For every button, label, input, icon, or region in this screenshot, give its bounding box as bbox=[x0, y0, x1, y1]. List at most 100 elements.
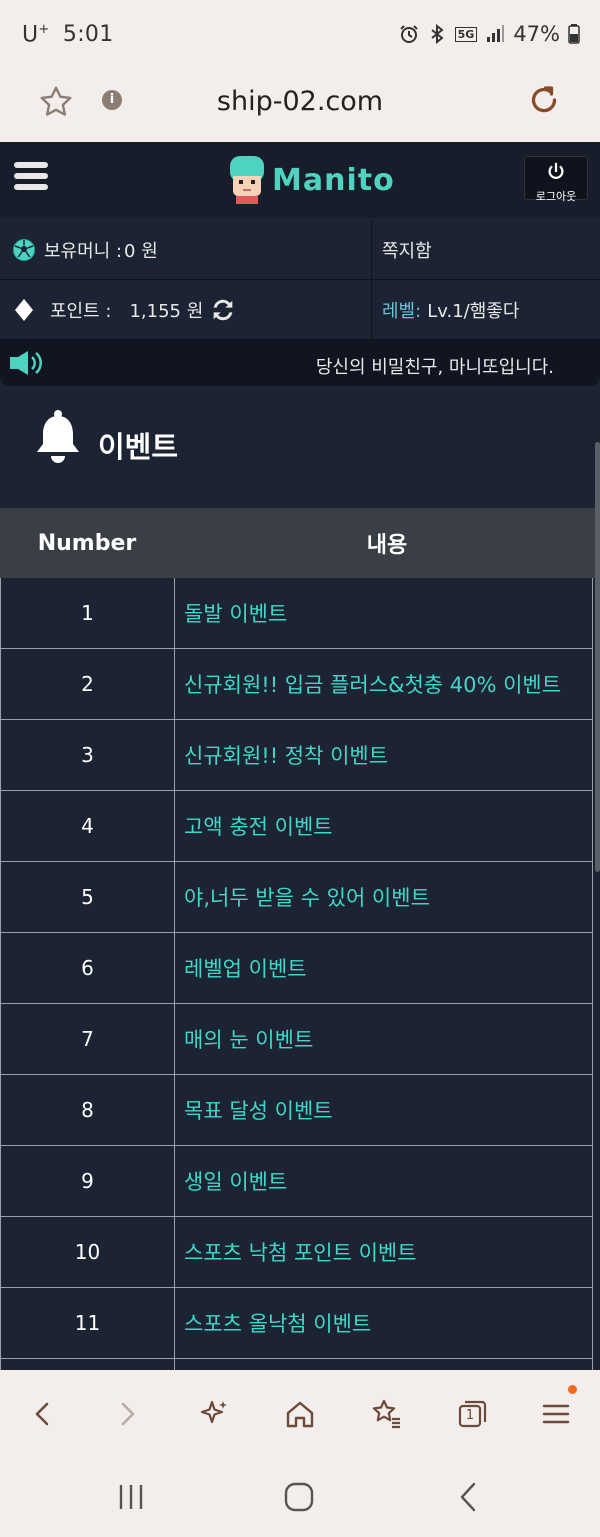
points-cell: 포인트 : 1,155 원 bbox=[0, 280, 372, 339]
row-number: 4 bbox=[1, 791, 175, 861]
event-link[interactable]: 고액 충전 이벤트 bbox=[175, 791, 593, 861]
back-icon[interactable] bbox=[22, 1394, 62, 1434]
messages-label: 쪽지함 bbox=[382, 240, 432, 262]
power-icon bbox=[548, 162, 564, 179]
table-row[interactable]: 9 생일 이벤트 bbox=[1, 1146, 593, 1217]
event-link[interactable] bbox=[175, 1359, 593, 1370]
status-icons: 5G 47% bbox=[399, 22, 580, 46]
table-row[interactable]: 11 스포츠 올낙첨 이벤트 bbox=[1, 1288, 593, 1359]
row-number: 7 bbox=[1, 1004, 175, 1074]
event-table: 1 돌발 이벤트 2 신규회원!! 입금 플러스&첫충 40% 이벤트 3 신규회원!… bbox=[0, 578, 593, 1370]
battery-icon bbox=[568, 24, 580, 44]
status-carrier-time: U+ 5:01 bbox=[22, 22, 114, 47]
status-bar: U+ 5:01 5G 47% bbox=[0, 0, 600, 70]
tabs-button[interactable]: 1 bbox=[452, 1394, 492, 1434]
row-number: 2 bbox=[1, 649, 175, 719]
browser-address-bar: i ship-02.com bbox=[0, 70, 600, 142]
table-row[interactable]: 2 신규회원!! 입금 플러스&첫충 40% 이벤트 bbox=[1, 649, 593, 720]
info-row: 포인트 : 1,155 원 레벨: Lv.1/햄좋다 bbox=[0, 280, 600, 340]
event-link[interactable]: 신규회원!! 입금 플러스&첫충 40% 이벤트 bbox=[175, 649, 593, 719]
logout-button[interactable]: 로그아웃 bbox=[524, 156, 588, 203]
table-row[interactable]: 6 레벨업 이벤트 bbox=[1, 933, 593, 1004]
event-link[interactable]: 레벨업 이벤트 bbox=[175, 933, 593, 1003]
carrier-plus: + bbox=[38, 22, 50, 37]
table-header: Number 내용 bbox=[0, 508, 600, 578]
recent-apps-icon[interactable] bbox=[114, 1480, 148, 1514]
event-link[interactable]: 매의 눈 이벤트 bbox=[175, 1004, 593, 1074]
network-type: 5G bbox=[454, 26, 478, 42]
page-title: 이벤트 bbox=[98, 430, 179, 464]
table-row[interactable]: 1 돌발 이벤트 bbox=[1, 578, 593, 649]
browser-toolbar: 1 bbox=[0, 1370, 600, 1456]
signal-icon bbox=[487, 25, 505, 42]
event-link[interactable]: 돌발 이벤트 bbox=[175, 578, 593, 648]
reload-icon[interactable] bbox=[526, 82, 562, 118]
hamburger-menu-icon bbox=[542, 1404, 570, 1424]
event-link[interactable]: 신규회원!! 정착 이벤트 bbox=[175, 720, 593, 790]
logout-label: 로그아웃 bbox=[535, 190, 577, 203]
system-navigation-bar bbox=[0, 1456, 600, 1537]
convert-points-icon[interactable] bbox=[209, 296, 237, 324]
forward-icon[interactable] bbox=[108, 1394, 148, 1434]
clock: 5:01 bbox=[62, 22, 114, 48]
browser-menu-button[interactable] bbox=[538, 1385, 578, 1434]
sparkle-icon[interactable] bbox=[194, 1394, 234, 1434]
url-text[interactable]: ship-02.com bbox=[0, 86, 600, 117]
home-icon[interactable] bbox=[280, 1394, 320, 1434]
table-row[interactable]: 5 야,너두 받을 수 있어 이벤트 bbox=[1, 862, 593, 933]
battery-percent: 47% bbox=[513, 22, 560, 46]
table-row[interactable] bbox=[1, 1359, 593, 1370]
home-button-icon[interactable] bbox=[282, 1480, 316, 1514]
points-label: 포인트 : bbox=[50, 300, 112, 322]
event-link[interactable]: 스포츠 낙첨 포인트 이벤트 bbox=[175, 1217, 593, 1287]
diamond-icon bbox=[15, 298, 33, 321]
messages-link[interactable]: 쪽지함 bbox=[372, 220, 600, 279]
points-value: 1,155 원 bbox=[129, 300, 204, 322]
money-cell: 보유머니 : 0 원 bbox=[0, 220, 372, 279]
alarm-icon bbox=[399, 25, 418, 43]
tabs-count: 1 bbox=[465, 1408, 475, 1423]
money-label: 보유머니 : bbox=[44, 240, 123, 262]
notice-bar: 당신의 비밀친구, 마니또입니다. bbox=[0, 340, 600, 386]
row-number: 8 bbox=[1, 1075, 175, 1145]
menu-icon[interactable] bbox=[14, 162, 48, 196]
table-row[interactable]: 10 스포츠 낙첨 포인트 이벤트 bbox=[1, 1217, 593, 1288]
event-link[interactable]: 생일 이벤트 bbox=[175, 1146, 593, 1216]
bookmarks-icon[interactable] bbox=[366, 1394, 406, 1434]
level-value: Lv.1/햄좋다 bbox=[427, 300, 520, 322]
system-back-icon[interactable] bbox=[452, 1480, 486, 1514]
site-header: Manito 로그아웃 bbox=[0, 142, 600, 218]
notification-dot bbox=[568, 1385, 577, 1394]
level-cell: 레벨: Lv.1/햄좋다 bbox=[372, 280, 600, 339]
account-info: 보유머니 : 0 원 쪽지함 포인트 : 1,155 원 레벨: Lv.1/햄좋… bbox=[0, 220, 600, 340]
table-row[interactable]: 4 고액 충전 이벤트 bbox=[1, 791, 593, 862]
section-header: 이벤트 bbox=[0, 386, 600, 508]
carrier-name: U bbox=[22, 22, 39, 48]
row-number: 5 bbox=[1, 862, 175, 932]
money-value: 0 원 bbox=[124, 240, 158, 262]
table-row[interactable]: 3 신규회원!! 정착 이벤트 bbox=[1, 720, 593, 791]
web-page: Manito 로그아웃 보유머니 : 0 원 쪽지함 포인트 : 1,155 원 bbox=[0, 142, 600, 1370]
megaphone-icon bbox=[10, 351, 42, 375]
row-number: 9 bbox=[1, 1146, 175, 1216]
mascot-logo-icon bbox=[230, 156, 264, 204]
column-header-content: 내용 bbox=[366, 533, 408, 558]
event-link[interactable]: 목표 달성 이벤트 bbox=[175, 1075, 593, 1145]
event-link[interactable]: 야,너두 받을 수 있어 이벤트 bbox=[175, 862, 593, 932]
row-number: 10 bbox=[1, 1217, 175, 1287]
bell-icon bbox=[37, 410, 79, 463]
table-row[interactable]: 8 목표 달성 이벤트 bbox=[1, 1075, 593, 1146]
event-link[interactable]: 스포츠 올낙첨 이벤트 bbox=[175, 1288, 593, 1358]
table-row[interactable]: 7 매의 눈 이벤트 bbox=[1, 1004, 593, 1075]
logo-text: Manito bbox=[272, 162, 395, 198]
row-number: 3 bbox=[1, 720, 175, 790]
bluetooth-icon bbox=[431, 24, 444, 44]
soccer-ball-icon bbox=[13, 238, 35, 261]
notice-message: 당신의 비밀친구, 마니또입니다. bbox=[315, 357, 554, 378]
page-scrollbar[interactable] bbox=[595, 442, 600, 872]
row-number bbox=[1, 1359, 175, 1370]
site-logo[interactable]: Manito bbox=[226, 154, 395, 206]
row-number: 11 bbox=[1, 1288, 175, 1358]
info-row: 보유머니 : 0 원 쪽지함 bbox=[0, 220, 600, 280]
row-number: 6 bbox=[1, 933, 175, 1003]
